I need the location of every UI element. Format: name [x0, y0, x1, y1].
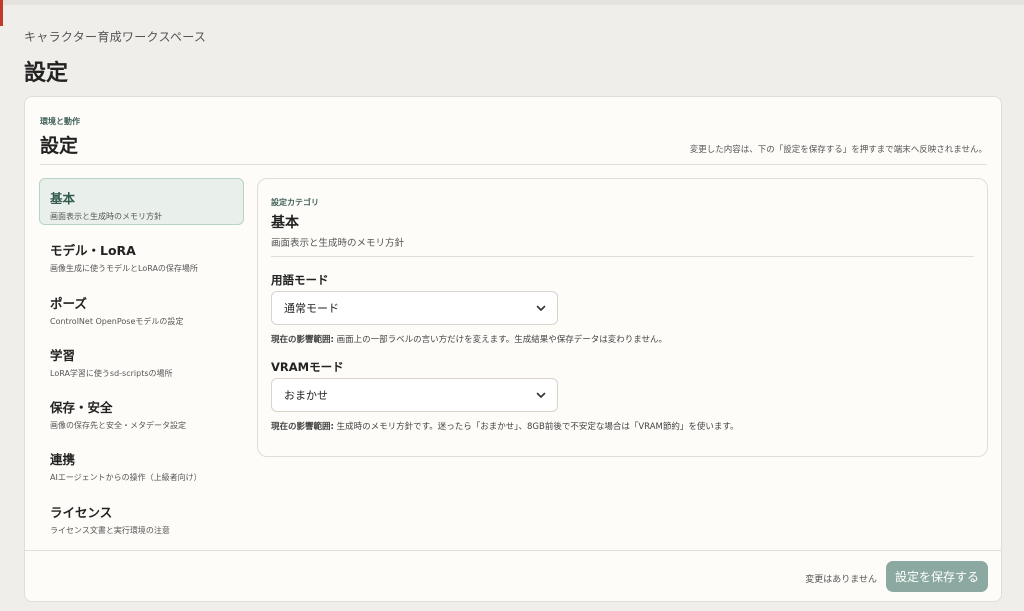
nav-item-pose[interactable]: ポーズ ControlNet OpenPoseモデルの設定	[39, 283, 244, 330]
help-prefix: 現在の影響範囲:	[271, 335, 334, 345]
nav-item-model-lora[interactable]: モデル・LoRA 画像生成に使うモデルとLoRAの保存場所	[39, 230, 244, 277]
settings-card: 環境と動作 設定 変更した内容は、下の「設定を保存する」を押すまで端末へ反映され…	[24, 96, 1002, 602]
card-eyebrow: 環境と動作	[40, 117, 80, 126]
term-mode-value: 通常モード	[284, 302, 339, 315]
page-title: 設定	[24, 61, 69, 86]
nav-item-training[interactable]: 学習 LoRA学習に使うsd-scriptsの場所	[39, 335, 244, 382]
panel-eyebrow: 設定カテゴリ	[271, 198, 319, 207]
help-text: 生成時のメモリ方針です。迷ったら「おまかせ」、8GB前後で不安定な場合は「VRA…	[333, 422, 739, 432]
nav-item-desc: 画像生成に使うモデルとLoRAの保存場所	[50, 264, 198, 274]
nav-item-label: 連携	[50, 452, 76, 468]
nav-item-desc: 画像の保存先と安全・メタデータ設定	[50, 421, 186, 431]
workspace-label: キャラクター育成ワークスペース	[24, 30, 207, 44]
panel-title: 基本	[271, 215, 299, 231]
nav-item-license[interactable]: ライセンス ライセンス文書と実行環境の注意	[39, 492, 244, 539]
window-edge-marker	[0, 0, 3, 26]
nav-item-integration[interactable]: 連携 AIエージェントからの操作（上級者向け）	[39, 439, 244, 486]
save-settings-button[interactable]: 設定を保存する	[886, 561, 988, 592]
nav-item-label: モデル・LoRA	[50, 243, 136, 259]
help-text: 画面上の一部ラベルの言い方だけを変えます。生成結果や保存データは変わりません。	[333, 335, 668, 345]
chevron-down-icon	[536, 392, 546, 398]
card-divider	[40, 164, 987, 165]
nav-item-label: 基本	[50, 191, 76, 206]
help-prefix: 現在の影響範囲:	[271, 422, 334, 432]
panel-subtitle: 画面表示と生成時のメモリ方針	[271, 238, 405, 249]
nav-item-desc: AIエージェントからの操作（上級者向け）	[50, 473, 202, 483]
nav-item-desc: ControlNet OpenPoseモデルの設定	[50, 316, 184, 326]
vram-mode-help: 現在の影響範囲: 生成時のメモリ方針です。迷ったら「おまかせ」、8GB前後で不安…	[271, 420, 739, 432]
nav-item-basic[interactable]: 基本 画面表示と生成時のメモリ方針	[39, 178, 244, 225]
save-status: 変更はありません	[805, 575, 877, 585]
settings-category-nav: 基本 画面表示と生成時のメモリ方針 モデル・LoRA 画像生成に使うモデルとLo…	[39, 178, 244, 544]
card-title: 設定	[40, 135, 79, 157]
panel-divider	[271, 256, 974, 257]
nav-item-label: ポーズ	[50, 295, 87, 311]
chevron-down-icon	[536, 305, 546, 311]
footer-divider	[25, 550, 1001, 551]
vram-mode-label: VRAMモード	[271, 360, 344, 374]
window-top-edge	[0, 0, 1024, 5]
term-mode-label: 用語モード	[271, 273, 329, 287]
nav-item-label: 保存・安全	[50, 400, 113, 416]
vram-mode-value: おまかせ	[284, 389, 328, 402]
term-mode-help: 現在の影響範囲: 画面上の一部ラベルの言い方だけを変えます。生成結果や保存データ…	[271, 333, 667, 345]
page-header: キャラクター育成ワークスペース 設定	[24, 28, 206, 87]
nav-item-label: 学習	[50, 347, 76, 363]
nav-item-storage-safety[interactable]: 保存・安全 画像の保存先と安全・メタデータ設定	[39, 387, 244, 434]
vram-mode-select[interactable]: おまかせ	[271, 378, 558, 412]
settings-panel: 設定カテゴリ 基本 画面表示と生成時のメモリ方針 用語モード 通常モード 現在の…	[257, 178, 988, 457]
term-mode-select[interactable]: 通常モード	[271, 291, 558, 325]
nav-item-label: ライセンス	[50, 504, 113, 520]
nav-item-desc: 画面表示と生成時のメモリ方針	[50, 212, 162, 221]
unsaved-changes-note: 変更した内容は、下の「設定を保存する」を押すまで端末へ反映されません。	[689, 145, 987, 155]
nav-item-desc: ライセンス文書と実行環境の注意	[50, 525, 170, 535]
nav-item-desc: LoRA学習に使うsd-scriptsの場所	[50, 368, 173, 378]
